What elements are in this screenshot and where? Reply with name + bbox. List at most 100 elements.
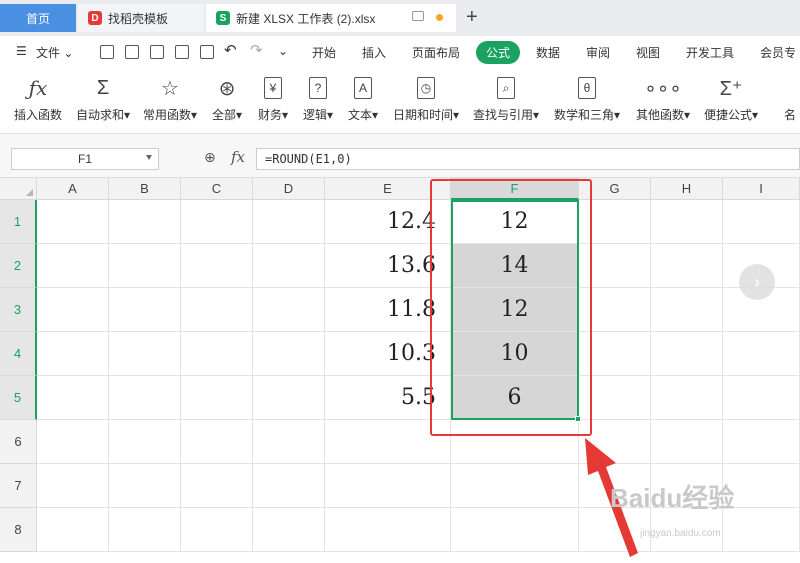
empty-cell[interactable] <box>181 332 253 376</box>
ribbon-math[interactable]: θ 数学和三角▾ <box>554 74 620 123</box>
row-header-5[interactable]: 5 <box>0 376 37 420</box>
column-header-a[interactable]: A <box>37 178 109 200</box>
menu-item-start[interactable]: 开始 <box>312 44 336 61</box>
ribbon-logic[interactable]: ? 逻辑▾ <box>303 74 333 123</box>
row-header-7[interactable]: 7 <box>0 464 37 508</box>
cell-e2[interactable]: 13.6 <box>325 244 451 288</box>
ribbon-text[interactable]: A 文本▾ <box>348 74 378 123</box>
column-header-f[interactable]: F <box>451 178 579 200</box>
tab-template[interactable]: D 找稻壳模板 <box>78 4 204 32</box>
empty-cell[interactable] <box>723 508 800 552</box>
new-tab-button[interactable]: + <box>466 6 478 29</box>
cell-f3[interactable]: 12 <box>451 288 579 332</box>
tab-home[interactable]: 首页 <box>0 4 76 32</box>
empty-cell[interactable] <box>37 200 109 244</box>
customize-icon[interactable]: ⌄ <box>278 44 288 58</box>
empty-cell[interactable] <box>651 420 723 464</box>
empty-cell[interactable] <box>325 464 451 508</box>
cell-f5[interactable]: 6 <box>451 376 579 420</box>
zoom-icon[interactable]: ⊕ <box>204 149 216 166</box>
cell-f2[interactable]: 14 <box>451 244 579 288</box>
export-icon[interactable] <box>125 45 139 59</box>
empty-cell[interactable] <box>579 376 651 420</box>
cell-e1[interactable]: 12.4 <box>325 200 451 244</box>
undo-icon[interactable]: ↶ <box>224 41 237 59</box>
empty-cell[interactable] <box>109 332 181 376</box>
column-header-c[interactable]: C <box>181 178 253 200</box>
menu-item-developer[interactable]: 开发工具 <box>686 44 734 61</box>
find-icon[interactable] <box>200 45 214 59</box>
empty-cell[interactable] <box>109 420 181 464</box>
row-header-6[interactable]: 6 <box>0 420 37 464</box>
empty-cell[interactable] <box>109 464 181 508</box>
column-header-b[interactable]: B <box>109 178 181 200</box>
fill-handle[interactable] <box>575 416 581 422</box>
empty-cell[interactable] <box>37 464 109 508</box>
column-header-g[interactable]: G <box>579 178 651 200</box>
ribbon-autosum[interactable]: Σ 自动求和▾ <box>76 74 130 123</box>
column-header-d[interactable]: D <box>253 178 325 200</box>
empty-cell[interactable] <box>109 244 181 288</box>
row-header-4[interactable]: 4 <box>0 332 37 376</box>
empty-cell[interactable] <box>253 420 325 464</box>
menu-item-member[interactable]: 会员专 <box>760 44 796 61</box>
menu-file[interactable]: 文件 ⌄ <box>36 44 73 61</box>
hamburger-icon[interactable]: ☰ <box>16 44 27 58</box>
menu-item-page-layout[interactable]: 页面布局 <box>412 44 460 61</box>
ribbon-datetime[interactable]: ◷ 日期和时间▾ <box>393 74 459 123</box>
row-header-2[interactable]: 2 <box>0 244 37 288</box>
empty-cell[interactable] <box>181 244 253 288</box>
empty-cell[interactable] <box>109 508 181 552</box>
empty-cell[interactable] <box>109 288 181 332</box>
empty-cell[interactable] <box>253 508 325 552</box>
print-preview-icon[interactable] <box>175 45 189 59</box>
empty-cell[interactable] <box>579 288 651 332</box>
menu-item-review[interactable]: 审阅 <box>586 44 610 61</box>
empty-cell[interactable] <box>723 332 800 376</box>
cell-e5[interactable]: 5.5 <box>325 376 451 420</box>
column-header-h[interactable]: H <box>651 178 723 200</box>
empty-cell[interactable] <box>579 200 651 244</box>
save-icon[interactable] <box>100 45 114 59</box>
empty-cell[interactable] <box>253 464 325 508</box>
empty-cell[interactable] <box>723 464 800 508</box>
column-header-e[interactable]: E <box>325 178 451 200</box>
empty-cell[interactable] <box>181 464 253 508</box>
empty-cell[interactable] <box>579 244 651 288</box>
menu-item-data[interactable]: 数据 <box>536 44 560 61</box>
name-box[interactable]: F1 <box>11 148 159 170</box>
empty-cell[interactable] <box>651 376 723 420</box>
empty-cell[interactable] <box>723 420 800 464</box>
empty-cell[interactable] <box>37 332 109 376</box>
ribbon-other-functions[interactable]: ∘∘∘ 其他函数▾ <box>636 74 690 123</box>
menu-item-insert[interactable]: 插入 <box>362 44 386 61</box>
formula-input[interactable]: =ROUND(E1,0) <box>256 148 800 170</box>
empty-cell[interactable] <box>451 420 579 464</box>
cell-f1[interactable]: 12 <box>451 200 579 244</box>
empty-cell[interactable] <box>37 244 109 288</box>
empty-cell[interactable] <box>451 464 579 508</box>
select-all-corner[interactable] <box>0 178 37 200</box>
empty-cell[interactable] <box>181 508 253 552</box>
redo-icon[interactable]: ↷ <box>250 41 263 59</box>
empty-cell[interactable] <box>37 376 109 420</box>
chevron-right-icon[interactable]: › <box>739 264 775 300</box>
empty-cell[interactable] <box>723 200 800 244</box>
empty-cell[interactable] <box>37 508 109 552</box>
menu-item-view[interactable]: 视图 <box>636 44 660 61</box>
column-header-i[interactable]: I <box>723 178 800 200</box>
empty-cell[interactable] <box>651 288 723 332</box>
monitor-icon[interactable] <box>412 11 424 21</box>
empty-cell[interactable] <box>181 200 253 244</box>
fx-icon[interactable]: fx <box>231 148 245 166</box>
empty-cell[interactable] <box>253 200 325 244</box>
ribbon-common-functions[interactable]: ☆ 常用函数▾ <box>143 74 197 123</box>
ribbon-lookup[interactable]: ⌕ 查找与引用▾ <box>473 74 539 123</box>
menu-item-formula[interactable]: 公式 <box>476 41 521 64</box>
empty-cell[interactable] <box>253 244 325 288</box>
empty-cell[interactable] <box>181 288 253 332</box>
cell-e4[interactable]: 10.3 <box>325 332 451 376</box>
ribbon-insert-function[interactable]: ƒx 插入函数 <box>14 74 62 123</box>
empty-cell[interactable] <box>37 288 109 332</box>
row-header-3[interactable]: 3 <box>0 288 37 332</box>
